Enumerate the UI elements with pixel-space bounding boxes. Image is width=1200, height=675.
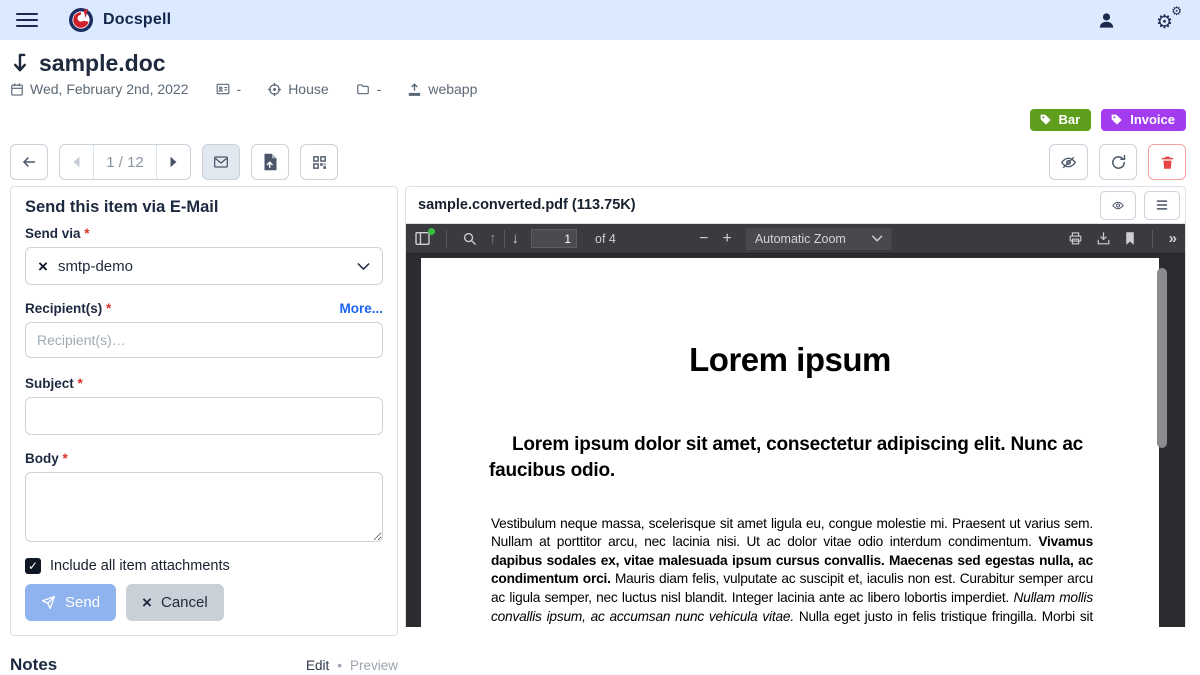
item-date: Wed, February 2nd, 2022 (10, 81, 189, 97)
trash-icon (1160, 154, 1175, 171)
unconfirm-button[interactable] (1049, 144, 1088, 180)
brand[interactable]: Docspell (68, 7, 171, 33)
download-icon[interactable] (1096, 231, 1111, 246)
attachment-menu-button[interactable] (1144, 191, 1180, 220)
scrollbar-thumb[interactable] (1157, 268, 1167, 448)
mail-panel-title: Send this item via E-Mail (25, 198, 383, 217)
redo-icon (1110, 154, 1127, 171)
more-tools-icon[interactable]: » (1169, 230, 1177, 247)
search-icon[interactable] (462, 231, 477, 246)
item-folder: - (355, 81, 382, 97)
caret-right-icon (169, 156, 178, 168)
file-upload-icon (263, 153, 278, 171)
clear-icon[interactable]: × (38, 258, 48, 275)
arrow-left-icon (20, 154, 38, 170)
more-link[interactable]: More... (339, 301, 383, 316)
document-paragraph: Vestibulum neque massa, scelerisque sit … (491, 515, 1093, 627)
print-icon[interactable] (1068, 231, 1083, 246)
document-subtitle: Lorem ipsum dolor sit amet, consectetur … (489, 432, 1093, 484)
settings-gears-icon[interactable]: ⚙ ⚙ (1156, 9, 1180, 31)
eye-icon (1110, 199, 1126, 212)
bookmark-icon[interactable] (1124, 231, 1136, 246)
pdf-prev-page-icon[interactable]: ↑ (489, 231, 497, 246)
tag-icon (1110, 113, 1123, 126)
zoom-select[interactable]: Automatic Zoom (746, 228, 892, 250)
page-title: sample.doc (39, 50, 166, 77)
x-icon: × (142, 593, 152, 613)
pdf-page-input[interactable] (531, 229, 577, 248)
item-source: webapp (407, 81, 477, 97)
subject-input[interactable] (25, 397, 383, 435)
send-mail-panel: Send this item via E-Mail Send via * × s… (10, 186, 398, 636)
notes-section: Notes Edit • Preview (10, 655, 398, 675)
envelope-icon (212, 154, 230, 170)
zoom-in-icon[interactable]: + (722, 231, 731, 247)
reprocess-button[interactable] (1099, 144, 1137, 180)
notes-preview-link[interactable]: Preview (350, 658, 398, 673)
docspell-logo-icon (68, 7, 94, 33)
body-label: Body * (25, 451, 383, 466)
bars-icon (1155, 199, 1169, 211)
recipients-input[interactable] (25, 322, 383, 358)
document-title: Lorem ipsum (421, 341, 1159, 379)
attachment-view-button[interactable] (1100, 191, 1136, 220)
brand-name: Docspell (103, 11, 171, 29)
folder-icon (355, 82, 371, 96)
send-via-value: smtp-demo (58, 258, 133, 275)
paper-plane-icon (41, 595, 56, 610)
delete-button[interactable] (1148, 144, 1186, 180)
add-file-button[interactable] (251, 144, 289, 180)
attachments-checkbox[interactable]: ✓ (25, 558, 41, 574)
top-navbar: Docspell ⚙ ⚙ (0, 0, 1200, 40)
tag-bar[interactable]: Bar (1030, 109, 1092, 131)
send-button[interactable]: Send (25, 584, 116, 621)
send-via-label: Send via * (25, 226, 383, 241)
attachment-header: sample.converted.pdf (113.75K) (405, 186, 1186, 224)
tag-invoice[interactable]: Invoice (1101, 109, 1186, 131)
qr-code-icon (311, 154, 328, 171)
eye-slash-icon (1059, 154, 1078, 171)
recipients-label: Recipient(s) * (25, 301, 111, 316)
attachment-name: sample.converted.pdf (113.75K) (418, 197, 636, 213)
attachment-pager: 1 / 12 (59, 144, 191, 180)
tag-icon (1039, 113, 1052, 126)
caret-left-icon (72, 156, 81, 168)
arrow-down-icon (10, 52, 29, 75)
subject-label: Subject * (25, 376, 383, 391)
send-via-select[interactable]: × smtp-demo (25, 247, 383, 285)
crosshairs-icon (267, 82, 282, 97)
pdf-toolbar: ↑ ↓ of 4 − + Automatic Zoom (406, 224, 1185, 254)
prev-page-button[interactable] (60, 145, 93, 179)
pager-indicator: 1 / 12 (93, 145, 157, 179)
zoom-out-icon[interactable]: − (699, 231, 708, 247)
item-correspondent: - (215, 81, 242, 97)
next-page-button[interactable] (157, 145, 190, 179)
pdf-page-count: of 4 (595, 232, 616, 246)
pdf-next-page-icon[interactable]: ↓ (512, 231, 520, 246)
chevron-down-icon (357, 262, 370, 271)
attachments-checkbox-label: Include all item attachments (50, 558, 230, 574)
upload-icon (407, 82, 422, 97)
cancel-button[interactable]: × Cancel (126, 584, 224, 621)
qr-code-button[interactable] (300, 144, 338, 180)
pdf-scrollbar[interactable] (1155, 254, 1169, 627)
pdf-page: Lorem ipsum Lorem ipsum dolor sit amet, … (421, 258, 1159, 627)
pdf-viewer: ↑ ↓ of 4 − + Automatic Zoom (405, 224, 1186, 627)
notes-edit-link[interactable]: Edit (306, 658, 329, 673)
body-textarea[interactable] (25, 472, 383, 542)
user-icon[interactable] (1097, 11, 1116, 30)
send-mail-button[interactable] (202, 144, 240, 180)
pdf-sidebar-toggle-icon[interactable] (414, 231, 431, 246)
pdf-content: Lorem ipsum Lorem ipsum dolor sit amet, … (406, 254, 1185, 627)
notes-title: Notes (10, 655, 57, 675)
tags-row: Bar Invoice (10, 109, 1186, 131)
item-concerning: House (267, 81, 328, 97)
menu-icon[interactable] (16, 9, 38, 31)
calendar-icon (10, 82, 24, 97)
status-dot (428, 228, 435, 235)
chevron-down-icon (872, 235, 883, 242)
address-card-icon (215, 82, 231, 96)
back-button[interactable] (10, 144, 48, 180)
item-meta-row: Wed, February 2nd, 2022 - House - webapp (10, 81, 1186, 97)
